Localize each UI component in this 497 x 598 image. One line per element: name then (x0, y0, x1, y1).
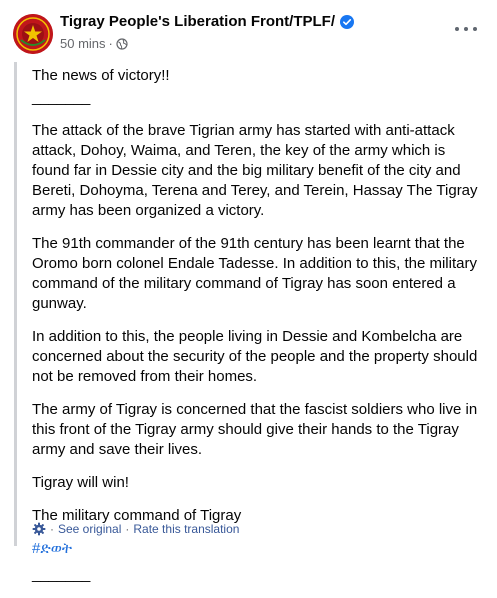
meta-separator: · (108, 36, 113, 51)
translation-indent-bar (14, 62, 17, 546)
hashtag-link[interactable]: #ድወት (32, 539, 72, 559)
post-paragraph: The 91th commander of the 91th century h… (32, 235, 477, 312)
post-footer-rule: _______ (32, 566, 91, 583)
post-header: Tigray People's Liberation Front/TPLF/ 5… (0, 0, 497, 60)
post-paragraph: Tigray will win! (32, 474, 129, 491)
post-body: The news of victory!! _______ The attack… (32, 66, 480, 598)
facebook-post: Tigray People's Liberation Front/TPLF/ 5… (0, 0, 497, 583)
translation-separator: · (50, 522, 54, 536)
rate-translation-link[interactable]: Rate this translation (133, 522, 239, 536)
post-paragraph: The attack of the brave Tigrian army has… (32, 122, 478, 219)
globe-icon[interactable] (116, 37, 128, 50)
see-original-link[interactable]: See original (58, 522, 121, 536)
page-name[interactable]: Tigray People's Liberation Front/TPLF/ (60, 13, 354, 30)
more-dot (464, 27, 468, 31)
translation-separator: · (125, 522, 130, 536)
post-paragraph: The news of victory!! (32, 67, 170, 84)
post-paragraph: The army of Tigray is concerned that the… (32, 401, 478, 458)
more-options-icon[interactable] (455, 22, 477, 36)
more-dot (455, 27, 459, 31)
verified-badge-icon (340, 14, 354, 29)
tplf-logo-icon (13, 14, 53, 54)
page-avatar[interactable] (13, 14, 53, 54)
post-paragraph: In addition to this, the people living i… (32, 328, 478, 385)
post-meta: 50 mins · (60, 36, 128, 51)
page-name-text[interactable]: Tigray People's Liberation Front/TPLF/ (60, 13, 335, 30)
gear-icon (32, 522, 46, 536)
more-dot (473, 27, 477, 31)
post-paragraph: _______ (32, 89, 91, 106)
post-timestamp[interactable]: 50 mins (60, 36, 106, 51)
translation-bar: · See original · Rate this translation (32, 522, 239, 536)
